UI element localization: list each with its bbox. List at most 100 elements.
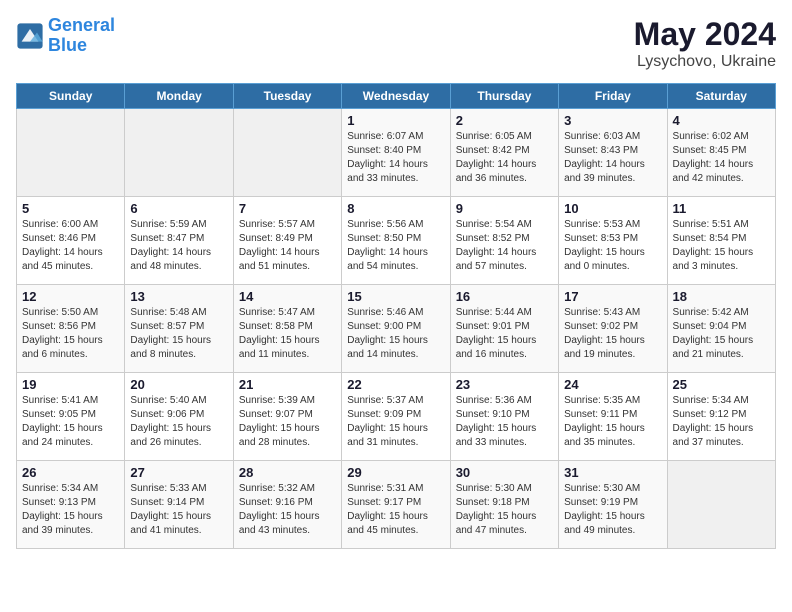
weekday-header-thursday: Thursday [450,84,558,109]
day-cell: 16 Sunrise: 5:44 AMSunset: 9:01 PMDayligh… [450,285,558,373]
day-cell: 2 Sunrise: 6:05 AMSunset: 8:42 PMDaylight… [450,109,558,197]
day-sun-info: Sunrise: 5:47 AMSunset: 8:58 PMDaylight:… [239,306,336,362]
day-cell [667,461,775,549]
day-cell: 11 Sunrise: 5:51 AMSunset: 8:54 PMDayligh… [667,197,775,285]
day-number: 4 [673,113,770,128]
day-number: 5 [22,201,119,216]
day-sun-info: Sunrise: 5:33 AMSunset: 9:14 PMDaylight:… [130,482,227,538]
day-sun-info: Sunrise: 5:57 AMSunset: 8:49 PMDaylight:… [239,218,336,274]
day-cell [233,109,341,197]
day-sun-info: Sunrise: 5:39 AMSunset: 9:07 PMDaylight:… [239,394,336,450]
day-number: 11 [673,201,770,216]
weekday-header-monday: Monday [125,84,233,109]
day-sun-info: Sunrise: 5:42 AMSunset: 9:04 PMDaylight:… [673,306,770,362]
day-sun-info: Sunrise: 5:56 AMSunset: 8:50 PMDaylight:… [347,218,444,274]
day-number: 16 [456,289,553,304]
day-number: 6 [130,201,227,216]
day-cell: 22 Sunrise: 5:37 AMSunset: 9:09 PMDayligh… [342,373,450,461]
day-cell: 10 Sunrise: 5:53 AMSunset: 8:53 PMDayligh… [559,197,667,285]
day-cell: 6 Sunrise: 5:59 AMSunset: 8:47 PMDaylight… [125,197,233,285]
day-number: 25 [673,377,770,392]
day-sun-info: Sunrise: 6:07 AMSunset: 8:40 PMDaylight:… [347,130,444,186]
day-number: 20 [130,377,227,392]
day-sun-info: Sunrise: 5:36 AMSunset: 9:10 PMDaylight:… [456,394,553,450]
day-sun-info: Sunrise: 5:48 AMSunset: 8:57 PMDaylight:… [130,306,227,362]
day-sun-info: Sunrise: 5:44 AMSunset: 9:01 PMDaylight:… [456,306,553,362]
day-number: 3 [564,113,661,128]
day-sun-info: Sunrise: 5:59 AMSunset: 8:47 PMDaylight:… [130,218,227,274]
day-cell [17,109,125,197]
day-number: 10 [564,201,661,216]
day-sun-info: Sunrise: 5:32 AMSunset: 9:16 PMDaylight:… [239,482,336,538]
day-cell [125,109,233,197]
day-cell: 30Sunrise: 5:30 AMSunset: 9:18 PMDayligh… [450,461,558,549]
logo-general: General [48,15,115,35]
day-cell: 12 Sunrise: 5:50 AMSunset: 8:56 PMDayligh… [17,285,125,373]
day-number: 14 [239,289,336,304]
week-row-3: 12 Sunrise: 5:50 AMSunset: 8:56 PMDayligh… [17,285,776,373]
day-sun-info: Sunrise: 5:50 AMSunset: 8:56 PMDaylight:… [22,306,119,362]
logo-icon [16,22,44,50]
day-cell: 25 Sunrise: 5:34 AMSunset: 9:12 PMDayligh… [667,373,775,461]
day-sun-info: Sunrise: 5:34 AMSunset: 9:12 PMDaylight:… [673,394,770,450]
day-cell: 1 Sunrise: 6:07 AMSunset: 8:40 PMDaylight… [342,109,450,197]
day-cell: 31Sunrise: 5:30 AMSunset: 9:19 PMDayligh… [559,461,667,549]
day-number: 19 [22,377,119,392]
day-number: 9 [456,201,553,216]
day-cell: 17 Sunrise: 5:43 AMSunset: 9:02 PMDayligh… [559,285,667,373]
day-cell: 14 Sunrise: 5:47 AMSunset: 8:58 PMDayligh… [233,285,341,373]
day-cell: 21Sunrise: 5:39 AMSunset: 9:07 PMDayligh… [233,373,341,461]
day-sun-info: Sunrise: 5:30 AMSunset: 9:18 PMDaylight:… [456,482,553,538]
day-cell: 18Sunrise: 5:42 AMSunset: 9:04 PMDayligh… [667,285,775,373]
day-sun-info: Sunrise: 5:30 AMSunset: 9:19 PMDaylight:… [564,482,661,538]
day-number: 27 [130,465,227,480]
day-number: 17 [564,289,661,304]
day-cell: 24 Sunrise: 5:35 AMSunset: 9:11 PMDayligh… [559,373,667,461]
day-sun-info: Sunrise: 5:40 AMSunset: 9:06 PMDaylight:… [130,394,227,450]
day-sun-info: Sunrise: 6:05 AMSunset: 8:42 PMDaylight:… [456,130,553,186]
day-cell: 28Sunrise: 5:32 AMSunset: 9:16 PMDayligh… [233,461,341,549]
day-cell: 15Sunrise: 5:46 AMSunset: 9:00 PMDayligh… [342,285,450,373]
day-number: 15 [347,289,444,304]
day-number: 24 [564,377,661,392]
week-row-1: 1 Sunrise: 6:07 AMSunset: 8:40 PMDaylight… [17,109,776,197]
weekday-header-saturday: Saturday [667,84,775,109]
weekday-header-friday: Friday [559,84,667,109]
day-sun-info: Sunrise: 5:43 AMSunset: 9:02 PMDaylight:… [564,306,661,362]
day-cell: 5 Sunrise: 6:00 AMSunset: 8:46 PMDaylight… [17,197,125,285]
location-title: Lysychovo, Ukraine [634,53,776,71]
day-sun-info: Sunrise: 6:00 AMSunset: 8:46 PMDaylight:… [22,218,119,274]
day-cell: 29Sunrise: 5:31 AMSunset: 9:17 PMDayligh… [342,461,450,549]
day-number: 29 [347,465,444,480]
day-cell: 13 Sunrise: 5:48 AMSunset: 8:57 PMDayligh… [125,285,233,373]
title-block: May 2024 Lysychovo, Ukraine [634,16,776,71]
weekday-header-row: SundayMondayTuesdayWednesdayThursdayFrid… [17,84,776,109]
day-number: 22 [347,377,444,392]
weekday-header-tuesday: Tuesday [233,84,341,109]
day-cell: 23 Sunrise: 5:36 AMSunset: 9:10 PMDayligh… [450,373,558,461]
day-sun-info: Sunrise: 5:53 AMSunset: 8:53 PMDaylight:… [564,218,661,274]
day-sun-info: Sunrise: 5:51 AMSunset: 8:54 PMDaylight:… [673,218,770,274]
day-number: 13 [130,289,227,304]
day-number: 23 [456,377,553,392]
week-row-4: 19Sunrise: 5:41 AMSunset: 9:05 PMDayligh… [17,373,776,461]
day-cell: 20 Sunrise: 5:40 AMSunset: 9:06 PMDayligh… [125,373,233,461]
month-title: May 2024 [634,16,776,53]
weekday-header-sunday: Sunday [17,84,125,109]
day-number: 26 [22,465,119,480]
day-number: 8 [347,201,444,216]
day-sun-info: Sunrise: 5:37 AMSunset: 9:09 PMDaylight:… [347,394,444,450]
day-sun-info: Sunrise: 5:35 AMSunset: 9:11 PMDaylight:… [564,394,661,450]
day-cell: 8 Sunrise: 5:56 AMSunset: 8:50 PMDaylight… [342,197,450,285]
day-sun-info: Sunrise: 6:02 AMSunset: 8:45 PMDaylight:… [673,130,770,186]
logo: General Blue [16,16,115,56]
day-cell: 4 Sunrise: 6:02 AMSunset: 8:45 PMDaylight… [667,109,775,197]
day-number: 7 [239,201,336,216]
week-row-5: 26Sunrise: 5:34 AMSunset: 9:13 PMDayligh… [17,461,776,549]
day-number: 12 [22,289,119,304]
logo-blue: Blue [48,35,87,55]
day-sun-info: Sunrise: 5:54 AMSunset: 8:52 PMDaylight:… [456,218,553,274]
day-number: 1 [347,113,444,128]
day-number: 2 [456,113,553,128]
day-cell: 26Sunrise: 5:34 AMSunset: 9:13 PMDayligh… [17,461,125,549]
